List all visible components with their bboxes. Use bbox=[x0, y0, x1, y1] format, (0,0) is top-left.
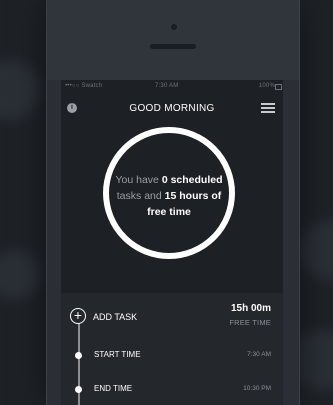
free-hours-count: 15 hours of bbox=[164, 190, 222, 202]
end-time-label: END TIME bbox=[94, 384, 133, 393]
list-menu-icon[interactable] bbox=[261, 103, 275, 114]
background-blur bbox=[300, 220, 333, 280]
timeline-dot bbox=[75, 352, 82, 359]
start-time-row[interactable]: START TIME 7:30 AM bbox=[61, 343, 283, 367]
free-time-value: 15h 00m bbox=[230, 303, 271, 314]
summary-middle: tasks and bbox=[116, 190, 165, 202]
add-task-row[interactable]: + ADD TASK 15h 00m FREE TIME bbox=[61, 293, 283, 335]
summary-suffix: free time bbox=[147, 206, 191, 218]
add-task-label[interactable]: ADD TASK bbox=[93, 312, 137, 322]
carrier-label: •••○○ Swatch bbox=[65, 83, 103, 89]
summary-prefix: You have bbox=[115, 174, 162, 186]
battery-label: 100% bbox=[258, 83, 275, 89]
battery-icon bbox=[275, 84, 282, 90]
phone-bezel bbox=[47, 0, 299, 80]
free-time-label: FREE TIME bbox=[229, 318, 271, 327]
add-icon[interactable]: + bbox=[70, 308, 86, 324]
background-blur bbox=[0, 250, 40, 300]
start-time-label: START TIME bbox=[94, 350, 141, 359]
timeline-dot bbox=[75, 386, 82, 393]
background-blur bbox=[0, 60, 40, 120]
status-bar: •••○○ Swatch 7:30 AM 100% bbox=[61, 80, 283, 94]
task-count: 0 scheduled bbox=[161, 174, 223, 186]
app-screen: •••○○ Swatch 7:30 AM 100% i GOOD MORNING… bbox=[61, 80, 283, 405]
speaker-grille bbox=[150, 44, 196, 49]
page-title: GOOD MORNING bbox=[129, 103, 215, 114]
summary-text: You have 0 scheduled tasks and 15 hours … bbox=[105, 172, 233, 220]
start-time-value[interactable]: 7:30 AM bbox=[247, 351, 271, 358]
status-time: 7:30 AM bbox=[155, 83, 179, 89]
end-time-value[interactable]: 10:30 PM bbox=[243, 385, 271, 392]
camera-dot bbox=[171, 24, 177, 30]
end-time-row[interactable]: END TIME 10:30 PM bbox=[61, 377, 283, 401]
task-panel: + ADD TASK 15h 00m FREE TIME START TIME … bbox=[61, 293, 283, 405]
